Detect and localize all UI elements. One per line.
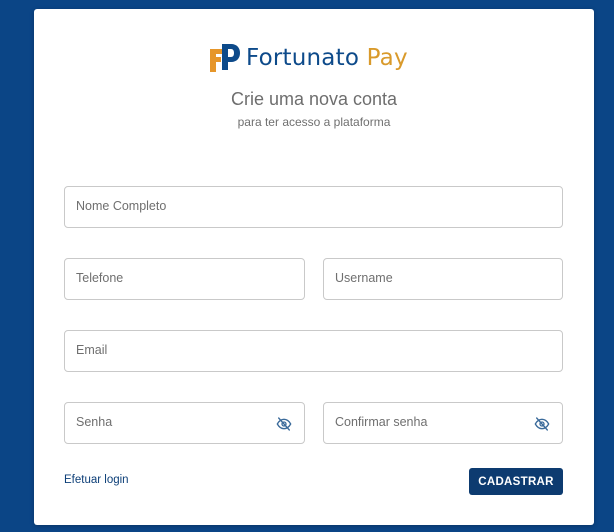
password-placeholder: Senha xyxy=(76,415,113,429)
full-name-field[interactable]: Nome Completo xyxy=(64,186,563,228)
full-name-placeholder: Nome Completo xyxy=(76,199,167,213)
email-field[interactable]: Email xyxy=(64,330,563,372)
page-title: Crie uma nova conta xyxy=(230,89,398,109)
login-link[interactable]: Efetuar login xyxy=(64,474,129,486)
phone-placeholder: Telefone xyxy=(76,271,124,285)
email-placeholder: Email xyxy=(76,343,108,357)
confirm-password-placeholder: Confirmar senha xyxy=(335,415,428,429)
fp-logo-icon xyxy=(210,44,240,72)
brand-name-part2: Pay xyxy=(366,45,408,71)
phone-field[interactable]: Telefone xyxy=(64,258,305,300)
brand-name-part1: Fortunato xyxy=(246,45,360,71)
eye-off-icon[interactable] xyxy=(276,416,292,432)
username-field[interactable]: Username xyxy=(323,258,563,300)
register-button[interactable]: CADASTRAR xyxy=(469,468,563,495)
password-field[interactable]: Senha xyxy=(64,402,305,444)
brand-name: Fortunato Pay xyxy=(246,45,408,71)
page-subtitle: para ter acesso a plataforma xyxy=(237,115,391,129)
signup-card: Fortunato Pay Crie uma nova conta para t… xyxy=(34,9,594,525)
username-placeholder: Username xyxy=(335,271,393,285)
brand-logo: Fortunato Pay xyxy=(208,41,408,75)
eye-off-icon[interactable] xyxy=(534,416,550,432)
confirm-password-field[interactable]: Confirmar senha xyxy=(323,402,563,444)
